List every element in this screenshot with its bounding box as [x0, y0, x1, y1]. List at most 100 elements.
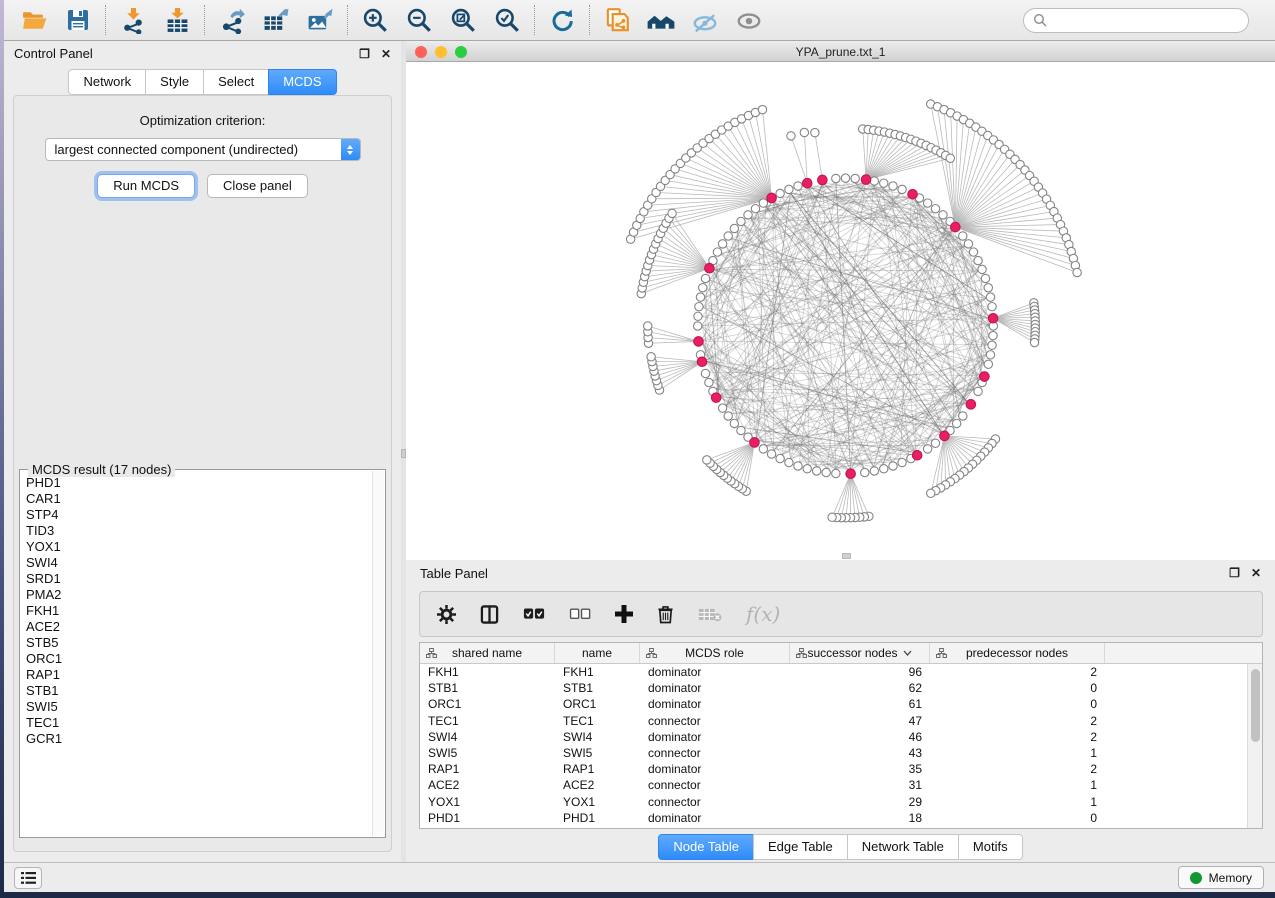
select-all-button[interactable] [523, 607, 545, 621]
cell-name[interactable]: TEC1 [555, 714, 640, 728]
graph-node[interactable] [984, 284, 992, 292]
mcds-node[interactable] [750, 438, 760, 448]
graph-node[interactable] [701, 274, 709, 282]
cell-name[interactable]: STB1 [555, 681, 640, 695]
table-row-fkh1[interactable]: FKH1FKH1dominator962 [420, 664, 1262, 680]
mcds-result-item[interactable]: STB5 [26, 635, 371, 651]
graph-node[interactable] [699, 284, 707, 292]
mcds-node[interactable] [697, 357, 707, 367]
cell-successor-nodes[interactable]: 47 [790, 714, 930, 728]
graph-node[interactable] [974, 256, 982, 264]
float-panel-icon[interactable]: ❐ [359, 48, 370, 60]
mcds-node[interactable] [767, 193, 777, 203]
cell-mcds-role[interactable]: connector [640, 714, 790, 728]
graph-node[interactable] [718, 240, 726, 248]
graph-node[interactable] [759, 445, 767, 453]
first-neighbors-button[interactable] [639, 3, 683, 37]
graph-node[interactable] [959, 232, 967, 240]
cell-name[interactable]: ORC1 [555, 697, 640, 711]
hide-selected-button[interactable] [683, 3, 727, 37]
graph-node[interactable] [695, 302, 703, 310]
graph-node[interactable] [794, 462, 802, 470]
tab-select[interactable]: Select [203, 69, 269, 95]
graph-leaf-node[interactable] [703, 456, 711, 464]
mcds-node[interactable] [951, 222, 961, 232]
graph-node[interactable] [931, 205, 939, 213]
graph-node[interactable] [870, 467, 878, 475]
open-file-button[interactable] [12, 3, 56, 37]
close-window-icon[interactable] [415, 46, 427, 58]
mcds-result-item[interactable]: PHD1 [26, 475, 371, 491]
mcds-result-item[interactable]: GCR1 [26, 731, 371, 747]
save-session-button[interactable] [56, 3, 100, 37]
mcds-node[interactable] [861, 175, 871, 185]
graph-leaf-node[interactable] [800, 128, 808, 136]
mcds-node[interactable] [802, 178, 812, 188]
graph-node[interactable] [986, 293, 994, 301]
mcds-result-item[interactable]: CAR1 [26, 491, 371, 507]
cell-name[interactable]: PHD1 [555, 811, 640, 825]
cell-shared-name[interactable]: FKH1 [420, 665, 555, 679]
mcds-node[interactable] [980, 372, 990, 382]
graph-leaf-node[interactable] [828, 513, 836, 521]
table-row-phd1[interactable]: PHD1PHD1dominator180 [420, 810, 1262, 826]
cell-shared-name[interactable]: SWI5 [420, 746, 555, 760]
cell-shared-name[interactable]: STB1 [420, 681, 555, 695]
close-table-panel-icon[interactable]: ✕ [1251, 567, 1261, 579]
graph-node[interactable] [785, 185, 793, 193]
graph-node[interactable] [718, 404, 726, 412]
graph-node[interactable] [694, 312, 702, 320]
graph-node[interactable] [969, 248, 977, 256]
table-row-orc1[interactable]: ORC1ORC1dominator610 [420, 696, 1262, 712]
export-image-button[interactable] [298, 3, 342, 37]
mcds-result-item[interactable]: SRD1 [26, 571, 371, 587]
graph-leaf-node[interactable] [668, 209, 676, 217]
graph-node[interactable] [988, 341, 996, 349]
graph-node[interactable] [986, 351, 994, 359]
table-row-ace2[interactable]: ACE2ACE2connector311 [420, 777, 1262, 793]
search-field[interactable] [1023, 8, 1249, 33]
mcds-node[interactable] [818, 175, 828, 185]
graph-node[interactable] [870, 177, 878, 185]
zoom-out-button[interactable] [397, 3, 441, 37]
memory-button[interactable]: Memory [1178, 866, 1264, 889]
graph-node[interactable] [978, 265, 986, 273]
cell-name[interactable]: YOX1 [555, 795, 640, 809]
cell-mcds-role[interactable]: connector [640, 746, 790, 760]
graph-node[interactable] [841, 174, 849, 182]
cell-shared-name[interactable]: TEC1 [420, 714, 555, 728]
cell-predecessor-nodes[interactable]: 1 [930, 746, 1105, 760]
graph-leaf-node[interactable] [946, 154, 954, 162]
cell-successor-nodes[interactable]: 31 [790, 778, 930, 792]
network-graph[interactable] [406, 62, 1275, 560]
graph-node[interactable] [974, 387, 982, 395]
search-input[interactable] [1053, 13, 1239, 27]
graph-node[interactable] [822, 468, 830, 476]
cell-predecessor-nodes[interactable]: 2 [930, 714, 1105, 728]
mcds-result-list[interactable]: PHD1CAR1STP4TID3YOX1SWI4SRD1PMA2FKH1ACE2… [26, 475, 371, 835]
tab-network[interactable]: Network [68, 69, 146, 95]
column-header-name[interactable]: name [555, 643, 640, 663]
mcds-node[interactable] [966, 400, 976, 410]
graph-node[interactable] [776, 454, 784, 462]
import-table-button[interactable] [155, 3, 199, 37]
mcds-node[interactable] [912, 450, 922, 460]
mcds-result-item[interactable]: RAP1 [26, 667, 371, 683]
network-window-titlebar[interactable]: YPA_prune.txt_1 [406, 43, 1275, 62]
mcds-result-item[interactable]: ORC1 [26, 651, 371, 667]
graph-node[interactable] [952, 419, 960, 427]
cell-successor-nodes[interactable]: 46 [790, 730, 930, 744]
graph-node[interactable] [751, 205, 759, 213]
graph-leaf-node[interactable] [647, 353, 655, 361]
horizontal-splitter-grip[interactable] [842, 553, 851, 559]
table-scrollbar[interactable] [1247, 664, 1262, 828]
column-header-predecessor-nodes[interactable]: predecessor nodes [930, 643, 1105, 663]
graph-node[interactable] [744, 211, 752, 219]
graph-node[interactable] [984, 360, 992, 368]
cell-name[interactable]: SWI4 [555, 730, 640, 744]
graph-leaf-node[interactable] [1073, 268, 1081, 276]
graph-node[interactable] [898, 185, 906, 193]
cell-name[interactable]: RAP1 [555, 762, 640, 776]
cell-successor-nodes[interactable]: 43 [790, 746, 930, 760]
table-settings-button[interactable] [437, 605, 456, 624]
